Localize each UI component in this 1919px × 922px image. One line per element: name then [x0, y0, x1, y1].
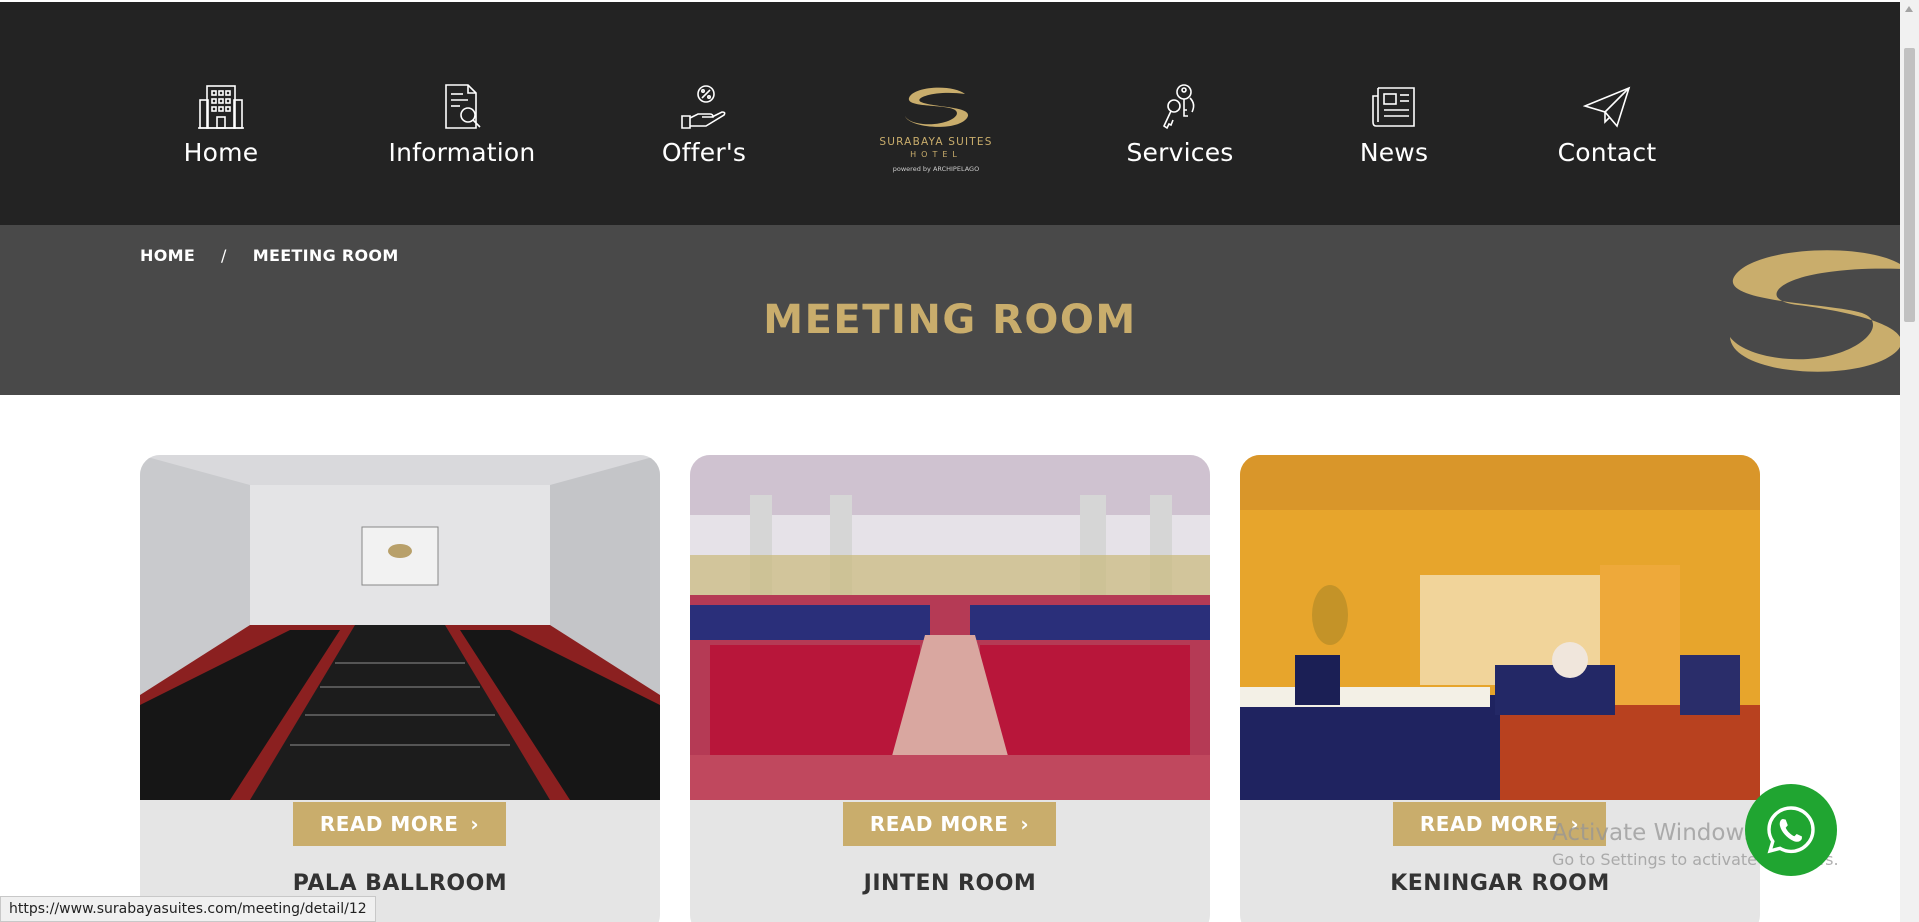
hand-offer-icon: [681, 85, 726, 129]
breadcrumb-separator: /: [221, 246, 227, 265]
page-scrollbar[interactable]: [1900, 0, 1919, 922]
breadcrumb-home[interactable]: HOME: [140, 246, 195, 265]
surabaya-suites-logo-icon: [905, 87, 969, 127]
nav-contact[interactable]: Contact: [1497, 82, 1717, 167]
logo-sub: HOTEL: [910, 150, 962, 159]
page-banner: HOME / MEETING ROOM MEETING ROOM: [0, 225, 1900, 395]
nav-home[interactable]: Home: [111, 82, 331, 167]
nav-offers[interactable]: Offer's: [594, 82, 814, 167]
room-card-pala-ballroom[interactable]: READ MORE › PALA BALLROOM: [140, 455, 660, 922]
breadcrumb: HOME / MEETING ROOM: [140, 246, 399, 265]
status-bar-url: https://www.surabayasuites.com/meeting/d…: [0, 896, 376, 922]
nav-information[interactable]: Information: [352, 82, 572, 167]
whatsapp-icon: [1767, 806, 1815, 854]
hotel-logo[interactable]: SURABAYA SUITES HOTEL powered by ARCHIPE…: [874, 86, 998, 180]
paper-plane-icon: [1583, 86, 1631, 128]
chevron-right-icon: ›: [1020, 812, 1030, 836]
nav-news[interactable]: News: [1284, 82, 1504, 167]
page: Home Information Offer's SURABAYA SUITES…: [0, 0, 1919, 922]
breadcrumb-current: MEETING ROOM: [252, 246, 399, 265]
page-title: MEETING ROOM: [763, 297, 1137, 343]
nav-contact-label: Contact: [1557, 138, 1657, 167]
nav-information-label: Information: [388, 138, 536, 167]
logo-watermark-icon: [1730, 250, 1900, 372]
top-navigation: Home Information Offer's SURABAYA SUITES…: [0, 2, 1900, 225]
nav-services-label: Services: [1126, 138, 1234, 167]
whatsapp-button[interactable]: [1745, 784, 1837, 876]
room-photo: [140, 455, 660, 800]
scroll-up-arrow-icon[interactable]: [1905, 6, 1913, 12]
nav-news-label: News: [1359, 138, 1429, 167]
keys-icon: [1162, 84, 1195, 130]
logo-name: SURABAYA SUITES: [879, 136, 993, 148]
logo-powered: powered by ARCHIPELAGO: [892, 165, 980, 173]
room-card-jinten-room[interactable]: READ MORE › JINTEN ROOM: [690, 455, 1210, 922]
read-more-label: READ MORE: [1419, 812, 1559, 836]
read-more-button[interactable]: READ MORE ›: [843, 802, 1056, 846]
room-photo: [690, 455, 1210, 800]
document-search-icon: [445, 84, 481, 129]
hotel-building-icon: [198, 85, 244, 129]
nav-services[interactable]: Services: [1070, 82, 1290, 167]
room-photo: [1240, 455, 1760, 800]
read-more-button[interactable]: READ MORE ›: [293, 802, 506, 846]
room-name: PALA BALLROOM: [292, 871, 508, 896]
read-more-label: READ MORE: [869, 812, 1009, 836]
nav-home-label: Home: [183, 138, 259, 167]
newspaper-icon: [1372, 87, 1415, 127]
read-more-label: READ MORE: [319, 812, 459, 836]
room-name: KENINGAR ROOM: [1390, 871, 1610, 896]
nav-offers-label: Offer's: [661, 138, 747, 167]
scrollbar-thumb[interactable]: [1904, 48, 1915, 322]
chevron-right-icon: ›: [470, 812, 480, 836]
room-name: JINTEN ROOM: [863, 871, 1037, 896]
